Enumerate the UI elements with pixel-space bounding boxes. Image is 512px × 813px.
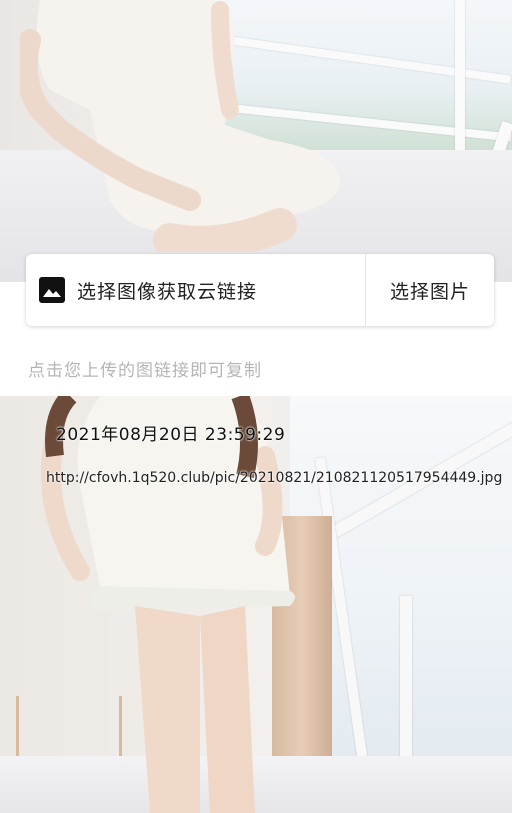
copy-hint: 点击您上传的图链接即可复制 [28,361,262,381]
person-figure [40,396,295,813]
uploaded-image-item[interactable]: 2021年08月20日 23:59:29 http://cfovh.1q520.… [0,396,512,813]
image-icon [39,277,65,303]
upload-timestamp: 2021年08月20日 23:59:29 [56,425,286,445]
person-figure [20,0,340,252]
image-link[interactable]: http://cfovh.1q520.club/pic/20210821/210… [46,470,502,486]
upload-card: 选择图像获取云链接 选择图片 [26,254,494,326]
top-photo [0,0,512,282]
pick-image-button[interactable]: 选择图片 [366,277,494,304]
upload-title[interactable]: 选择图像获取云链接 [77,277,365,304]
